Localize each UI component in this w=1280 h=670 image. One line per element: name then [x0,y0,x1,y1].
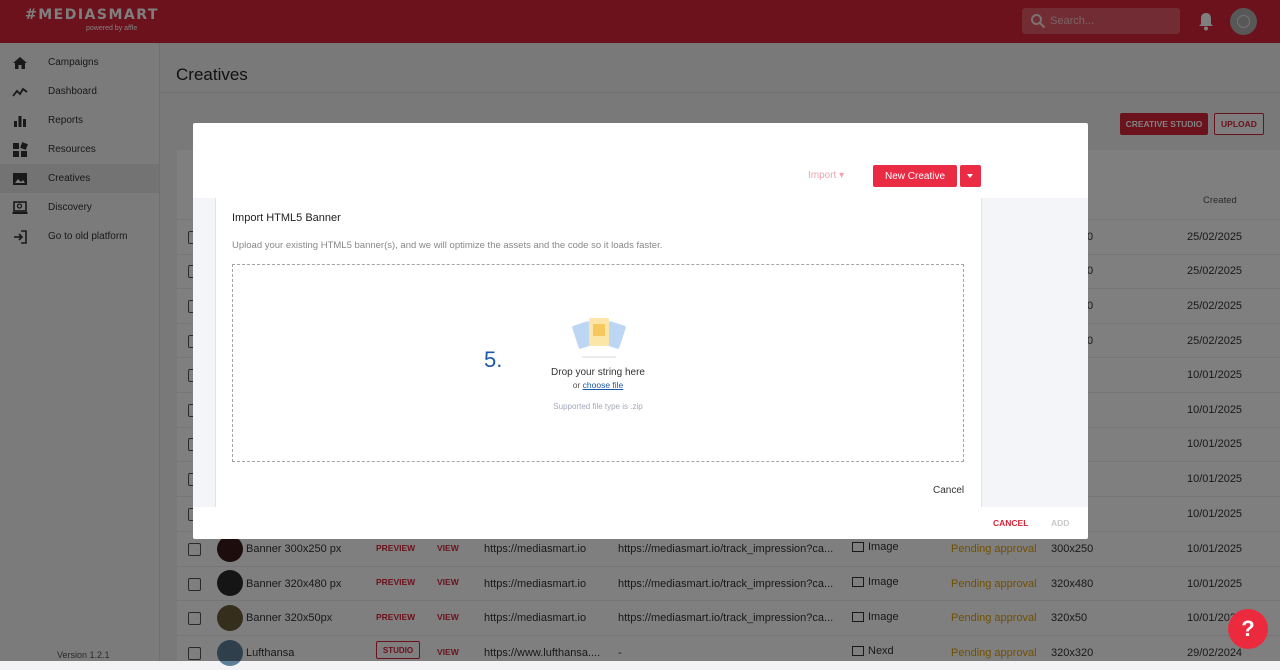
caret-down-icon: ▾ [839,170,845,181]
card-description: Upload your existing HTML5 banner(s), an… [232,240,663,251]
card-title: Import HTML5 Banner [232,212,341,224]
choose-file-line: or choose file [572,380,624,390]
import-html5-card: Import HTML5 Banner Upload your existing… [215,198,982,507]
files-icon [572,318,626,358]
file-dropzone[interactable]: 5. Drop your string here or choose file … [232,264,964,462]
drop-instruction: Drop your string here [551,367,645,378]
choose-file-link[interactable]: choose file [583,380,624,390]
help-button[interactable]: ? [1228,609,1268,649]
import-dropdown[interactable]: Import ▾ [808,170,844,181]
new-creative-modal: Import ▾ New Creative Import HTML5 Banne… [193,123,1088,539]
new-creative-button[interactable]: New Creative [873,165,957,187]
supported-file-type: Supported file type is .zip [553,402,643,411]
new-creative-dropdown-button[interactable] [960,165,981,187]
cancel-button[interactable]: CANCEL [993,518,1028,528]
add-button[interactable]: ADD [1051,518,1069,528]
card-cancel-button[interactable]: Cancel [933,485,964,496]
